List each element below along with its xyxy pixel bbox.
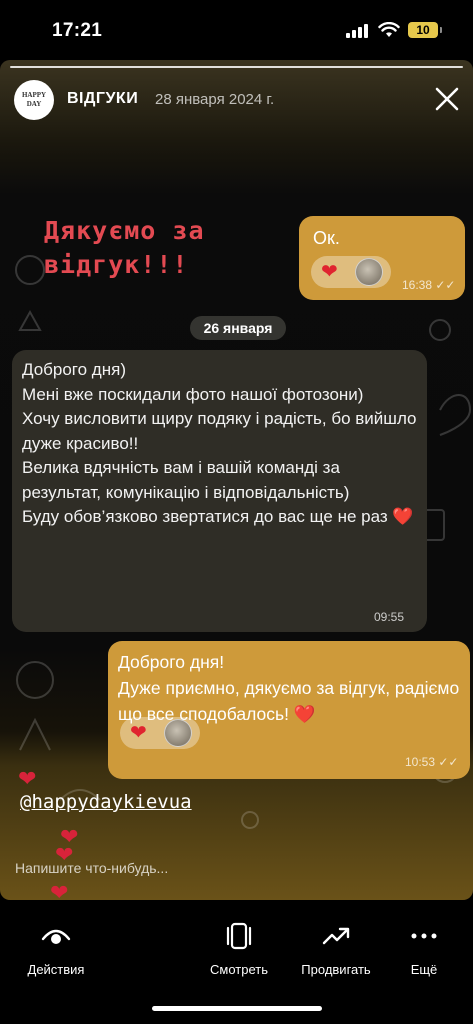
message-bubble-incoming: Доброго дня) Мені вже поскидали фото наш…	[12, 350, 427, 632]
message-time: 09:55	[374, 610, 405, 624]
actions-label: Действия	[27, 962, 85, 977]
bottom-action-bar: Действия Смотреть Продвигать Ещё	[0, 900, 473, 1024]
view-label: Смотреть	[210, 962, 268, 977]
heart-icon: ❤	[130, 722, 147, 744]
reactions[interactable]: ❤	[311, 256, 391, 288]
double-check-icon: ✓✓	[438, 755, 459, 769]
reactions[interactable]: ❤	[120, 717, 200, 749]
eye-icon	[41, 929, 71, 944]
battery-icon: 10	[408, 22, 442, 38]
floating-heart-icon: ❤	[50, 880, 69, 900]
wifi-icon	[378, 22, 400, 37]
actions-button[interactable]: Действия	[6, 920, 106, 977]
more-button[interactable]: Ещё	[374, 920, 473, 977]
home-indicator[interactable]	[152, 1006, 322, 1011]
story-header: HAPPY DAY ВІДГУКИ 28 января 2024 г.	[0, 80, 473, 128]
cellular-signal-icon	[346, 24, 368, 38]
story-view[interactable]: HAPPY DAY ВІДГУКИ 28 января 2024 г. Дяку…	[0, 60, 473, 900]
heart-icon: ❤	[321, 261, 338, 283]
thanks-heading: Дякуємо за відгук!!!	[44, 216, 205, 279]
double-check-icon: ✓✓	[435, 278, 456, 292]
status-bar: 17:21 10	[0, 0, 473, 60]
close-icon[interactable]	[432, 84, 462, 114]
story-progress-bar	[10, 66, 463, 68]
reactor-avatar	[355, 258, 383, 286]
message-text: Доброго дня) Мені вже поскидали фото наш…	[22, 360, 417, 526]
view-button[interactable]: Смотреть	[189, 920, 289, 977]
message-text: Ок.	[313, 228, 340, 248]
more-label: Ещё	[410, 962, 438, 977]
message-time: 16:38 ✓✓	[402, 278, 456, 292]
date-separator: 26 января	[190, 316, 286, 340]
message-text: Доброго дня! Дуже приємно, дякуємо за ві…	[118, 652, 460, 724]
mention-sticker[interactable]: @happydaykievua	[20, 791, 192, 813]
more-dots-icon	[411, 933, 437, 939]
story-date: 28 января 2024 г.	[155, 91, 275, 108]
avatar[interactable]: HAPPY DAY	[14, 80, 54, 120]
reactor-avatar	[164, 719, 192, 747]
story-title[interactable]: ВІДГУКИ	[67, 90, 138, 108]
status-time: 17:21	[52, 20, 103, 41]
floating-heart-icon: ❤	[18, 766, 37, 791]
promote-button[interactable]: Продвигать	[286, 920, 386, 977]
reply-input[interactable]: Напишите что-нибудь...	[15, 860, 168, 876]
message-bubble-outgoing: Ок. ❤ 16:38 ✓✓	[299, 216, 465, 300]
message-time: 10:53 ✓✓	[405, 755, 459, 769]
carousel-icon	[226, 922, 252, 950]
message-bubble-outgoing: Доброго дня! Дуже приємно, дякуємо за ві…	[108, 641, 470, 779]
promote-label: Продвигать	[301, 962, 371, 977]
trend-up-icon	[322, 927, 350, 945]
